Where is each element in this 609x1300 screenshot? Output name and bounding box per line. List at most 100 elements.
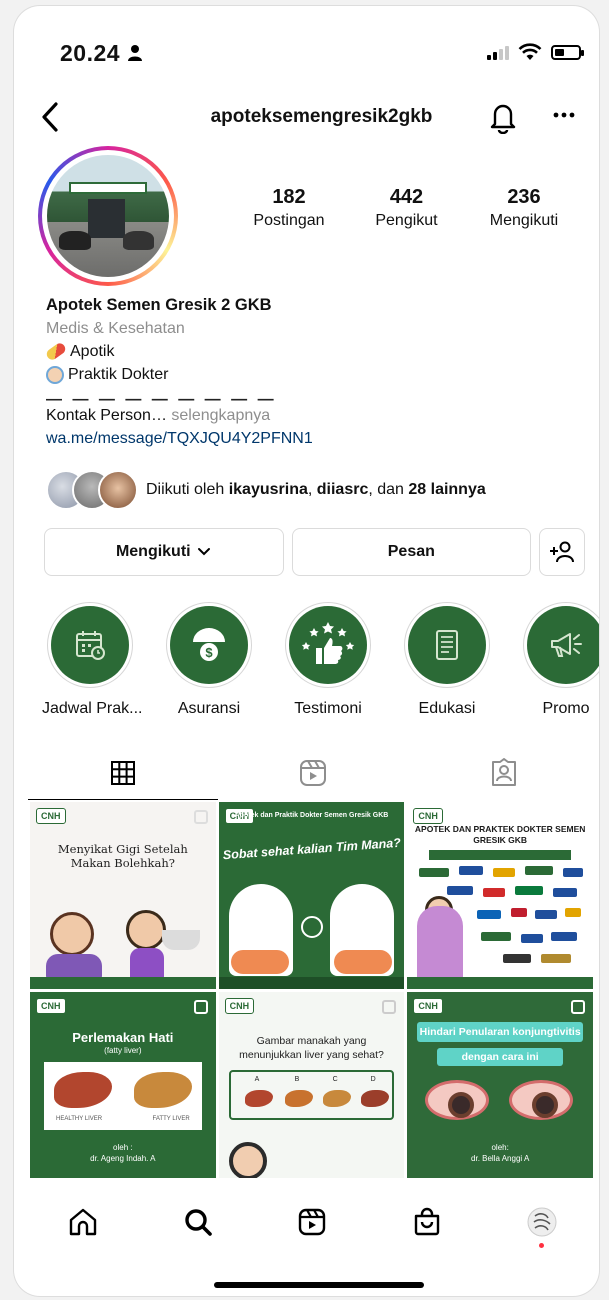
post-thumbnail-toothbrushing[interactable]: CNH Menyikat Gigi Setelah Makan Bolehkah… [30,802,216,989]
stat-following-label: Mengikuti [489,212,559,229]
highlight-asuransi[interactable]: $ Asuransi [161,602,257,718]
bio-line-dokter: Praktik Dokter [46,363,579,386]
message-button[interactable]: Pesan [291,528,532,576]
stat-following[interactable]: 236 Mengikuti [469,186,579,230]
profile-avatar[interactable] [38,146,178,286]
profile-bio: Apotek Semen Gresik 2 GKB Medis & Keseha… [44,294,579,450]
profile-content-tabs [28,748,599,800]
profile-display-name: Apotek Semen Gresik 2 GKB [46,296,272,314]
stat-followers-label: Pengikut [375,212,438,229]
person-icon [127,45,142,61]
post-brand-badge: CNH [413,997,443,1014]
post-title: Sobat sehat kalian Tim Mana? [222,835,401,863]
story-highlights: Jadwal Prak... $ Asuransi Testimoni Eduk… [14,602,599,732]
nav-home[interactable] [63,1202,103,1242]
highlight-label: Jadwal Prak... [42,700,143,717]
search-icon [185,1209,212,1236]
shopping-bag-icon [414,1207,440,1236]
highlight-edukasi[interactable]: Edukasi [399,602,495,718]
followed-by-row[interactable]: Diikuti oleh ikayusrina, diiasrc, dan 28… [46,468,589,512]
home-icon [70,1208,97,1236]
pill-emoji-icon [44,341,68,362]
reels-icon [300,760,327,786]
nav-profile[interactable] [522,1202,562,1248]
umbrella-dollar-icon: $ [193,628,225,661]
nav-reels[interactable] [292,1202,332,1242]
carousel-icon [193,810,208,824]
reels-icon [299,1208,326,1236]
stat-followers-count: 442 [389,186,424,208]
post-author: oleh: dr. Bella Anggi A [471,1142,530,1163]
thumbs-up-stars-icon [301,622,355,664]
nav-search[interactable] [178,1202,218,1242]
post-brand-badge: CNH [36,997,66,1014]
profile-avatar-icon [527,1207,557,1237]
post-brand-badge: CNH [413,808,443,824]
bio-more-link[interactable]: selengkapnya [171,407,270,424]
battery-icon [551,44,584,60]
post-thumbnail-fatty-liver[interactable]: CNH Perlemakan Hati (fatty liver) HEALTH… [30,991,216,1178]
phone-screen: 20.24 apoteksemengresik2gkb 182 Postinga… [14,6,599,1296]
tab-posts-grid[interactable] [28,748,219,800]
post-header: Apotek dan Praktik Dokter Semen Gresik G… [234,812,389,819]
svg-text:$: $ [205,645,213,660]
post-title: Hindari Penularan konjungtivitis [417,1021,583,1042]
highlight-jadwal[interactable]: Jadwal Prak... [42,602,143,718]
following-button[interactable]: Mengikuti [44,528,284,576]
post-title: Gambar manakah yang menunjukkan liver ya… [239,1034,384,1061]
post-subtitle: dengan cara ini [437,1047,563,1066]
post-title: Menyikat Gigi Setelah Makan Bolehkah? [57,842,188,870]
grid-icon [111,761,136,785]
nav-shop[interactable] [407,1202,447,1242]
highlight-label: Asuransi [177,700,241,717]
highlight-promo[interactable]: Promo [518,602,599,718]
post-thumbnail-conjunctivitis[interactable]: CNH Hindari Penularan konjungtivitis den… [407,991,593,1178]
document-icon [436,630,458,660]
healthy-liver-label: HEALTHY LIVER [56,1115,103,1122]
post-thumbnail-tim-mana[interactable]: CNH Apotek dan Praktik Dokter Semen Gres… [218,802,405,989]
bell-icon[interactable] [487,100,519,134]
stat-followers[interactable]: 442 Pengikut [352,186,462,230]
post-brand-badge: CNH [224,997,255,1014]
carousel-icon [571,999,585,1014]
followed-by-text: Diikuti oleh ikayusrina, diiasrc, dan 28… [146,481,486,498]
stat-posts[interactable]: 182 Postingan [234,186,344,230]
profile-stats: 182 Postingan 442 Pengikut 236 Mengikuti [234,186,579,230]
avatar [98,470,138,510]
post-thumbnail-liver-quiz[interactable]: CNH Gambar manakah yang menunjukkan live… [218,991,405,1178]
highlight-label: Promo [542,700,590,717]
highlight-label: Edukasi [418,700,476,717]
bio-website-link[interactable]: wa.me/message/TQXJQU4Y2PFNN1 [46,427,579,450]
fatty-liver-label: FATTY LIVER [152,1115,190,1122]
profile-category: Medis & Kesehatan [46,320,185,337]
home-indicator [214,1282,424,1288]
suggest-user-button[interactable] [539,528,586,576]
tab-tagged[interactable] [409,748,599,798]
status-bar: 20.24 [14,40,599,74]
wifi-icon [518,43,542,60]
calendar-icon [76,631,105,660]
avatar-storefront-photo [47,155,169,277]
stat-following-count: 236 [507,186,541,208]
add-person-icon [550,541,575,563]
more-options-icon[interactable] [551,102,577,128]
post-title: Perlemakan Hati [72,1029,174,1045]
post-title: APOTEK DAN PRAKTEK DOKTER SEMEN GRESIK G… [414,824,586,845]
chevron-down-icon [197,548,210,556]
mutual-followers-avatars [46,470,142,510]
post-thumbnail-insurance-partners[interactable]: CNH APOTEK DAN PRAKTEK DOKTER SEMEN GRES… [407,802,593,989]
bio-contact: Kontak Person… selengkapnya [46,407,271,424]
status-time: 20.24 [60,40,143,67]
post-subtitle: (fatty liver) [104,1045,142,1055]
post-author: oleh : dr. Ageng Indah. A [90,1142,156,1163]
posts-grid: CNH Menyikat Gigi Setelah Makan Bolehkah… [30,802,593,1178]
highlight-label: Testimoni [294,700,362,717]
signal-icon [487,44,509,60]
highlight-testimoni[interactable]: Testimoni [280,602,376,718]
carousel-icon [382,999,397,1014]
tab-reels[interactable] [218,748,408,798]
post-brand-badge: CNH [36,808,66,824]
bio-line-apotik: Apotik [44,340,579,363]
doctor-emoji-icon [46,365,64,384]
megaphone-icon [551,633,582,657]
